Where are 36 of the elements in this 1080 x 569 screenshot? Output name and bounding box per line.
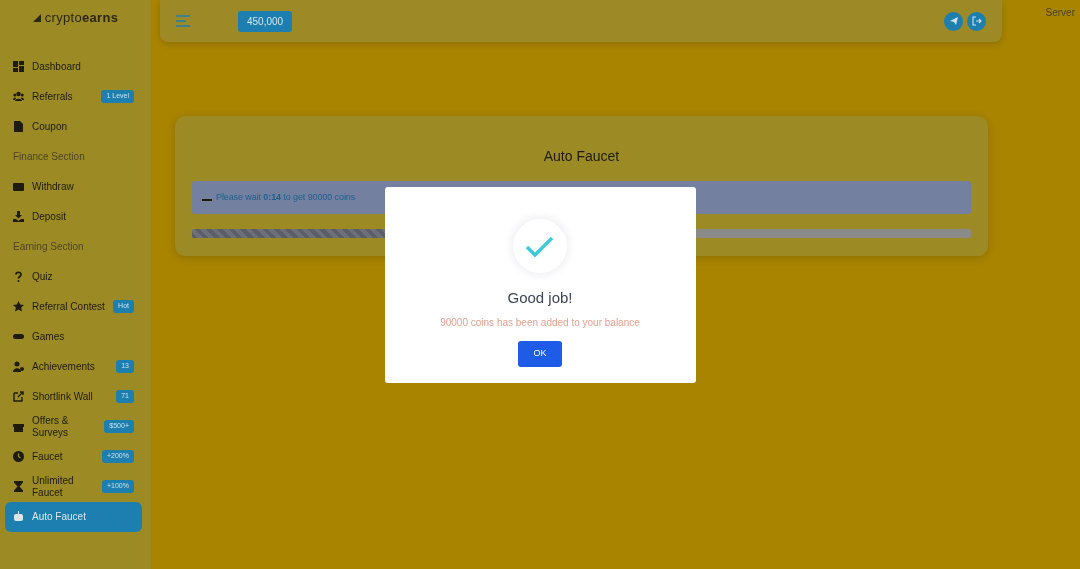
question-icon [13, 271, 24, 282]
logout-icon [971, 16, 982, 26]
logo-icon [32, 13, 41, 22]
hourglass-icon [13, 481, 24, 492]
section-heading: Finance Section [12, 150, 86, 164]
wallet-icon [13, 181, 24, 192]
logout-button[interactable] [967, 11, 986, 31]
document-icon [13, 121, 24, 132]
sidebar-item[interactable]: Deposit [5, 201, 142, 232]
sidebar-item[interactable]: Dashboard [5, 51, 142, 82]
download-icon [13, 211, 24, 222]
dialog-title: Good job! [507, 287, 573, 308]
sidebar-item[interactable]: Auto Faucet [5, 501, 142, 532]
wait-message: Please wait 0:14 to get 90000 coins [216, 190, 356, 204]
sidebar-item[interactable]: Quiz [5, 261, 142, 292]
sidebar-item[interactable]: Coupon [5, 111, 142, 142]
sidebar-item[interactable]: Games [5, 321, 142, 352]
balance-badge[interactable]: 450,000 [238, 10, 293, 32]
edit-icon [13, 391, 24, 402]
card-title: Auto Faucet [542, 147, 621, 166]
check-icon [513, 218, 567, 273]
footer-text: Server [1045, 6, 1075, 20]
robot-icon [13, 511, 24, 522]
section-heading: Earning Section [12, 240, 85, 254]
logo: cryptoearns [44, 9, 119, 27]
dialog-message: 90000 coins has been added to your balance [440, 316, 640, 330]
sidebar-item[interactable]: Withdraw [5, 171, 142, 202]
paper-plane-icon [948, 16, 959, 26]
clock-icon [13, 451, 24, 462]
users-icon [13, 91, 24, 102]
user-icon [13, 361, 24, 372]
menu-icon[interactable] [176, 15, 190, 27]
send-button[interactable] [944, 11, 963, 31]
star-icon [13, 301, 24, 312]
dashboard-icon [13, 61, 24, 72]
ok-button[interactable]: OK [518, 341, 562, 367]
